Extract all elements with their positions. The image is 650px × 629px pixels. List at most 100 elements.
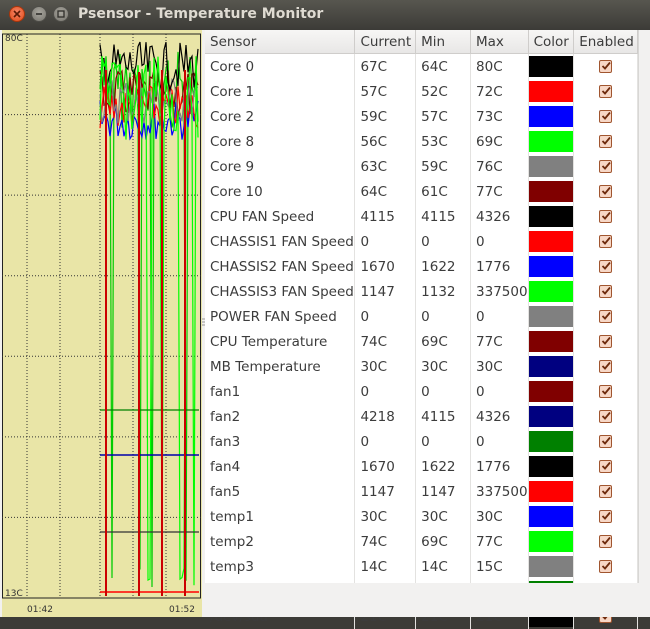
title-bar[interactable]: Psensor - Temperature Monitor <box>0 0 650 30</box>
color-swatch[interactable] <box>528 256 574 277</box>
enabled-checkbox[interactable] <box>599 410 613 423</box>
enabled-checkbox[interactable] <box>599 360 613 373</box>
enabled-checkbox[interactable] <box>599 310 613 323</box>
cell-color[interactable] <box>528 154 575 179</box>
color-swatch[interactable] <box>528 106 574 127</box>
enabled-checkbox[interactable] <box>599 560 613 573</box>
table-row[interactable]: Core 10 64C 61C 77C <box>205 179 638 204</box>
cell-color[interactable] <box>528 454 575 479</box>
cell-color[interactable] <box>528 279 575 304</box>
table-row[interactable]: MB Temperature 30C 30C 30C <box>205 354 638 379</box>
cell-color[interactable] <box>528 554 575 579</box>
enabled-checkbox[interactable] <box>599 260 613 273</box>
color-swatch[interactable] <box>528 506 574 527</box>
cell-color[interactable] <box>528 504 575 529</box>
color-swatch[interactable] <box>528 281 574 302</box>
color-swatch[interactable] <box>528 356 574 377</box>
column-header-max[interactable]: Max <box>470 30 529 54</box>
table-row[interactable]: CHASSIS3 FAN Speed 1147 1132 337500 <box>205 279 638 304</box>
table-row[interactable]: fan5 1147 1147 337500 <box>205 479 638 504</box>
color-swatch[interactable] <box>528 481 574 502</box>
maximize-button[interactable] <box>53 6 69 22</box>
cell-color[interactable] <box>528 129 575 154</box>
enabled-checkbox[interactable] <box>599 85 613 98</box>
color-swatch[interactable] <box>528 556 574 577</box>
column-header-sensor[interactable]: Sensor <box>205 30 356 54</box>
enabled-checkbox[interactable] <box>599 285 613 298</box>
table-row[interactable]: fan4 1670 1622 1776 <box>205 454 638 479</box>
color-swatch[interactable] <box>528 431 574 452</box>
cell-color[interactable] <box>528 354 575 379</box>
table-row[interactable]: Core 9 63C 59C 76C <box>205 154 638 179</box>
cell-color[interactable] <box>528 304 575 329</box>
enabled-checkbox[interactable] <box>599 160 613 173</box>
table-row[interactable]: CPU FAN Speed 4115 4115 4326 <box>205 204 638 229</box>
enabled-checkbox[interactable] <box>599 185 613 198</box>
enabled-checkbox[interactable] <box>599 460 613 473</box>
cell-color[interactable] <box>528 329 575 354</box>
cell-max: 30C <box>470 354 529 379</box>
color-swatch[interactable] <box>528 406 574 427</box>
color-swatch[interactable] <box>528 531 574 552</box>
table-row[interactable]: fan1 0 0 0 <box>205 379 638 404</box>
cell-color[interactable] <box>528 429 575 454</box>
color-swatch[interactable] <box>528 206 574 227</box>
table-row[interactable]: fan3 0 0 0 <box>205 429 638 454</box>
table-row[interactable]: CHASSIS2 FAN Speed 1670 1622 1776 <box>205 254 638 279</box>
table-row[interactable]: POWER FAN Speed 0 0 0 <box>205 304 638 329</box>
color-swatch[interactable] <box>528 181 574 202</box>
close-button[interactable] <box>9 6 25 22</box>
table-row[interactable]: CPU Temperature 74C 69C 77C <box>205 329 638 354</box>
color-swatch[interactable] <box>528 131 574 152</box>
table-row[interactable]: Core 2 59C 57C 73C <box>205 104 638 129</box>
cell-enabled <box>573 129 638 154</box>
color-swatch[interactable] <box>528 381 574 402</box>
cell-color[interactable] <box>528 479 575 504</box>
enabled-checkbox[interactable] <box>599 110 613 123</box>
color-swatch[interactable] <box>528 306 574 327</box>
enabled-checkbox[interactable] <box>599 385 613 398</box>
cell-color[interactable] <box>528 229 575 254</box>
cell-color[interactable] <box>528 404 575 429</box>
cell-color[interactable] <box>528 204 575 229</box>
enabled-checkbox[interactable] <box>599 535 613 548</box>
table-row[interactable]: temp3 14C 14C 15C <box>205 554 638 579</box>
column-header-color[interactable]: Color <box>528 30 575 54</box>
column-header-current[interactable]: Current <box>354 30 417 54</box>
cell-color[interactable] <box>528 529 575 554</box>
cell-color[interactable] <box>528 53 575 79</box>
color-swatch[interactable] <box>528 156 574 177</box>
cell-color[interactable] <box>528 79 575 104</box>
table-row[interactable]: temp1 30C 30C 30C <box>205 504 638 529</box>
column-header-enabled[interactable]: Enabled <box>573 30 638 54</box>
column-header-min[interactable]: Min <box>415 30 472 54</box>
cell-color[interactable] <box>528 379 575 404</box>
cell-min: 30C <box>415 504 472 529</box>
enabled-checkbox[interactable] <box>599 135 613 148</box>
enabled-checkbox[interactable] <box>599 235 613 248</box>
table-row[interactable]: Core 1 57C 52C 72C <box>205 79 638 104</box>
table-row[interactable]: CHASSIS1 FAN Speed 0 0 0 <box>205 229 638 254</box>
table-row[interactable]: temp2 74C 69C 77C <box>205 529 638 554</box>
enabled-checkbox[interactable] <box>599 210 613 223</box>
sensor-graph[interactable]: 80C 13C 01:42 01:52 <box>2 30 202 617</box>
enabled-checkbox[interactable] <box>599 335 613 348</box>
table-row[interactable]: Core 0 67C 64C 80C <box>205 53 638 79</box>
color-swatch[interactable] <box>528 56 574 77</box>
table-row[interactable]: Core 8 56C 53C 69C <box>205 129 638 154</box>
cell-color[interactable] <box>528 254 575 279</box>
enabled-checkbox[interactable] <box>599 485 613 498</box>
vertical-scrollbar[interactable] <box>638 30 650 583</box>
enabled-checkbox[interactable] <box>599 60 613 73</box>
cell-color[interactable] <box>528 104 575 129</box>
color-swatch[interactable] <box>528 456 574 477</box>
minimize-button[interactable] <box>31 6 47 22</box>
color-swatch[interactable] <box>528 231 574 252</box>
color-swatch[interactable] <box>528 81 574 102</box>
enabled-checkbox[interactable] <box>599 435 613 448</box>
table-row[interactable]: fan2 4218 4115 4326 <box>205 404 638 429</box>
enabled-checkbox[interactable] <box>599 510 613 523</box>
cell-color[interactable] <box>528 179 575 204</box>
color-swatch[interactable] <box>528 331 574 352</box>
cell-current: 67C <box>354 53 417 79</box>
